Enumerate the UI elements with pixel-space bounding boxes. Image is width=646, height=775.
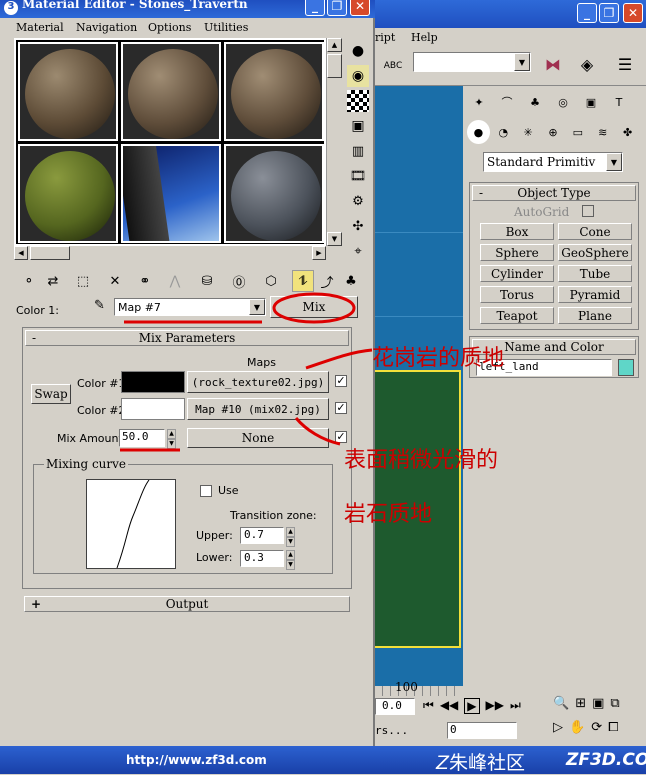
smooth-annotation-line2: 岩石质地 bbox=[344, 502, 433, 527]
mix-highlight-circle bbox=[272, 292, 356, 324]
smooth-arrow bbox=[294, 417, 341, 446]
smooth-annotation-line1: 表面稍微光滑的 bbox=[344, 448, 499, 473]
granite-arrow bbox=[305, 348, 373, 370]
annotation-marks bbox=[120, 292, 373, 452]
granite-annotation: 花岗岩的质地 bbox=[372, 346, 505, 371]
